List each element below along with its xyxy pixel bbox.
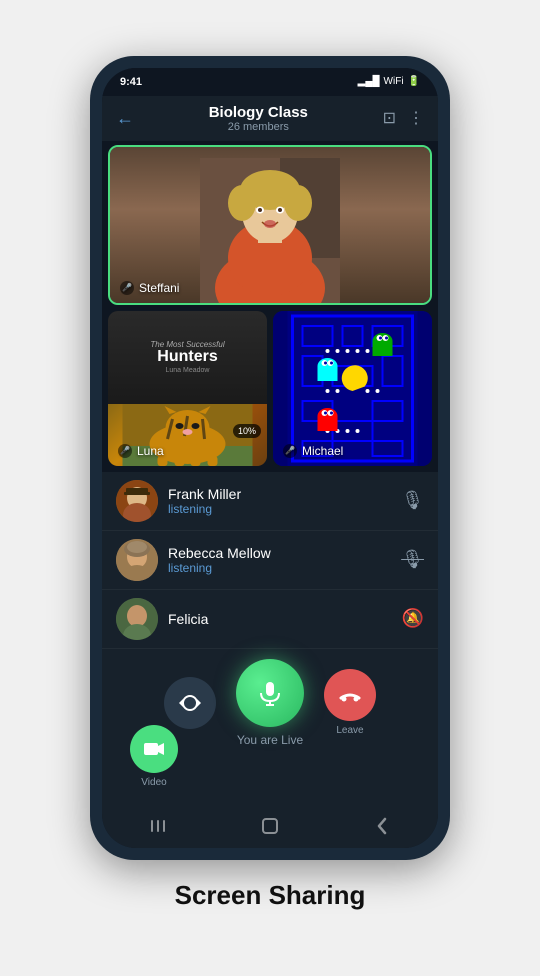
luna-video: The Most Successful Hunters Luna Meadow <box>108 311 267 466</box>
screen-share-icon[interactable]: ⊡ <box>383 108 396 128</box>
end-call-icon <box>339 684 361 706</box>
frank-avatar-img <box>116 480 158 522</box>
michael-video: 🎤 Michael <box>273 311 432 466</box>
participant-rebecca: Rebecca Mellow listening 🎙 <box>102 531 438 590</box>
video-grid: 🎤 Steffani The Most Successful Hunters L… <box>102 141 438 472</box>
video-circle <box>130 725 178 773</box>
luna-book-cover: The Most Successful Hunters Luna Meadow <box>108 311 267 404</box>
phone-screen: 9:41 ▂▄█ WiFi 🔋 ← Biology Class 26 membe… <box>102 68 438 848</box>
felicia-mic-icon: 🔕 <box>402 608 424 629</box>
luna-label: 🎤 Luna <box>118 444 164 458</box>
steffani-name: Steffani <box>139 281 179 295</box>
frank-mic-icon: 🎙 <box>401 490 424 511</box>
mic-main-icon <box>256 679 284 707</box>
sync-button[interactable] <box>164 677 216 729</box>
participant-frank: Frank Miller listening 🎙 <box>102 472 438 531</box>
rebecca-status: listening <box>168 561 391 575</box>
participants-list: Frank Miller listening 🎙 <box>102 472 438 649</box>
battery-icon: 🔋 <box>408 76 420 87</box>
header-center: Biology Class 26 members <box>144 104 373 133</box>
luna-name: Luna <box>137 444 164 458</box>
main-video-steffani: 🎤 Steffani <box>108 145 432 305</box>
pacman-svg <box>273 311 432 466</box>
steffani-avatar <box>200 158 340 305</box>
michael-label: 🎤 Michael <box>283 444 343 458</box>
member-count: 26 members <box>144 121 373 133</box>
page-wrapper: 9:41 ▂▄█ WiFi 🔋 ← Biology Class 26 membe… <box>0 36 540 941</box>
phone-frame: 9:41 ▂▄█ WiFi 🔋 ← Biology Class 26 membe… <box>90 56 450 860</box>
chat-title: Biology Class <box>144 104 373 121</box>
volume-badge: 10% <box>233 424 261 438</box>
rebecca-mic-muted-icon: 🎙 <box>401 549 424 570</box>
leave-circle <box>324 669 376 721</box>
signal-icon: ▂▄█ <box>358 76 380 87</box>
rebecca-info: Rebecca Mellow listening <box>168 545 391 575</box>
chat-header: ← Biology Class 26 members ⊡ ⋮ <box>102 96 438 141</box>
controls-area: You are Live Leave <box>102 649 438 808</box>
frank-status: listening <box>168 502 391 516</box>
frank-info: Frank Miller listening <box>168 486 391 516</box>
video-label: Video <box>141 777 166 788</box>
book-author: Luna Meadow <box>166 367 210 374</box>
video-button[interactable]: Video <box>130 725 178 788</box>
sync-circle <box>164 677 216 729</box>
sync-icon <box>179 692 201 714</box>
book-main-title: Hunters <box>157 349 217 365</box>
nav-back-icon[interactable] <box>362 811 402 841</box>
felicia-avatar-img <box>116 598 158 640</box>
small-video-row: The Most Successful Hunters Luna Meadow <box>108 311 432 466</box>
mic-circle <box>236 659 304 727</box>
nav-menu-icon[interactable] <box>138 811 178 841</box>
rebecca-avatar-img <box>116 539 158 581</box>
participant-felicia: Felicia 🔕 <box>102 590 438 649</box>
video-icon <box>143 738 165 760</box>
felicia-avatar <box>116 598 158 640</box>
michael-mic-icon: 🎤 <box>283 444 297 458</box>
wifi-icon: WiFi <box>384 76 404 87</box>
mic-active-icon: 🎤 <box>120 281 134 295</box>
frank-name: Frank Miller <box>168 486 391 502</box>
header-actions: ⊡ ⋮ <box>383 108 424 128</box>
back-button[interactable]: ← <box>116 108 134 129</box>
nav-bar <box>102 808 438 848</box>
rebecca-name: Rebecca Mellow <box>168 545 391 561</box>
more-options-icon[interactable]: ⋮ <box>408 108 424 128</box>
felicia-info: Felicia <box>168 611 392 627</box>
pacman-game <box>273 311 432 466</box>
status-time: 9:41 <box>120 76 142 88</box>
status-icons: ▂▄█ WiFi 🔋 <box>358 76 420 87</box>
status-bar: 9:41 ▂▄█ WiFi 🔋 <box>102 68 438 96</box>
steffani-label: 🎤 Steffani <box>120 281 179 295</box>
rebecca-avatar <box>116 539 158 581</box>
screen-sharing-title: Screen Sharing <box>175 880 366 911</box>
felicia-name: Felicia <box>168 611 392 627</box>
michael-name: Michael <box>302 444 343 458</box>
luna-mic-icon: 🎤 <box>118 444 132 458</box>
nav-home-icon[interactable] <box>250 811 290 841</box>
frank-avatar <box>116 480 158 522</box>
